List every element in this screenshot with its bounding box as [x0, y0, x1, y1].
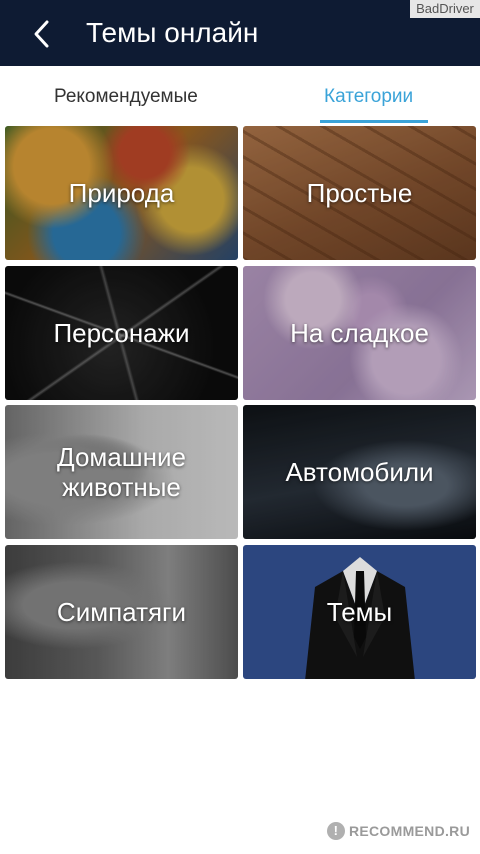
category-tile-guys[interactable]: Симпатяги — [5, 545, 238, 679]
tile-label: На сладкое — [290, 318, 429, 348]
category-tile-sweet[interactable]: На сладкое — [243, 266, 476, 400]
tile-label: Домашние животные — [57, 442, 186, 502]
watermark-text: RECOMMEND.RU — [348, 823, 470, 839]
tile-label: Персонажи — [53, 318, 190, 348]
tile-label: Простые — [306, 178, 413, 208]
category-tile-simple[interactable]: Простые — [243, 126, 476, 260]
category-tile-pets[interactable]: Домашние животные — [5, 405, 238, 539]
app-header: Темы онлайн — [0, 0, 480, 66]
watermark-badge-icon: ! — [326, 822, 345, 840]
tab-recommended[interactable]: Рекомендуемые — [54, 84, 198, 110]
category-tile-characters[interactable]: Персонажи — [5, 266, 238, 400]
tab-bar: Рекомендуемые Категории — [0, 66, 480, 126]
chevron-left-icon — [34, 20, 49, 48]
category-tile-themes[interactable]: Темы — [243, 545, 476, 679]
tile-label: Темы — [326, 597, 393, 627]
tab-categories[interactable]: Категории — [324, 84, 413, 110]
watermark-badge: BadDriver — [410, 0, 480, 18]
category-tile-cars[interactable]: Автомобили — [243, 405, 476, 539]
back-button[interactable] — [22, 14, 62, 54]
tile-label: Автомобили — [285, 457, 434, 487]
active-tab-indicator — [320, 120, 428, 123]
tile-label: Природа — [68, 178, 175, 208]
tile-label: Симпатяги — [56, 597, 187, 627]
category-tile-nature[interactable]: Природа — [5, 126, 238, 260]
page-title: Темы онлайн — [86, 17, 259, 48]
watermark-recommend: ! RECOMMEND.RU — [326, 820, 470, 842]
